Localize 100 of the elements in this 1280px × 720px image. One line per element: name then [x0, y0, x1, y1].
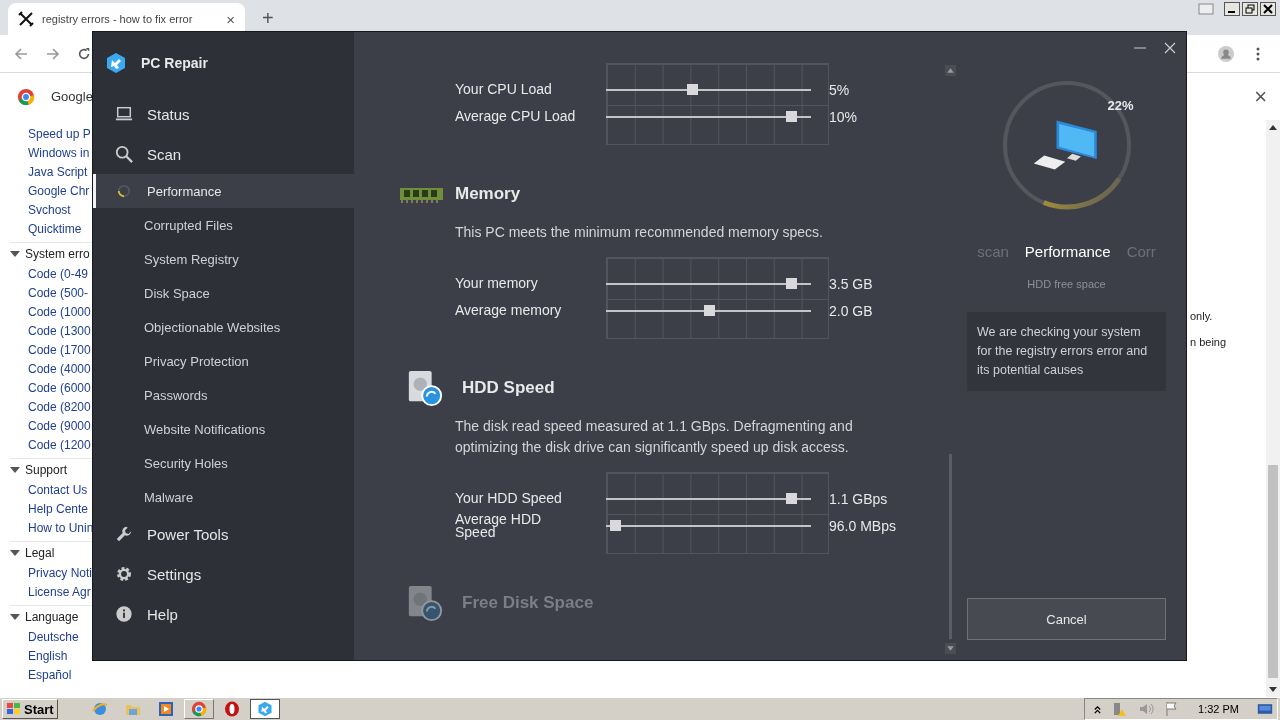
section-description: The disk read speed measured at 1.1 GBps. Defragmenting and optimizing the disk drive can significantly speed up disk access.	[455, 417, 854, 457]
page-link[interactable]: Español	[28, 667, 72, 682]
minimize-button[interactable]	[1224, 2, 1240, 16]
nav-subitem[interactable]: Privacy Protection	[93, 344, 354, 378]
nav-subitem[interactable]: Corrupted Files	[93, 208, 354, 242]
app-logo-icon[interactable]	[256, 701, 273, 717]
page-link[interactable]: Privacy Noti	[28, 565, 92, 580]
metric-label: Your HDD Speed	[455, 492, 563, 505]
collapse-arrow-icon[interactable]	[10, 549, 20, 556]
page-link[interactable]: Quicktime	[28, 221, 82, 236]
nav-item[interactable]: Scan	[93, 134, 354, 174]
tab-close-button[interactable]: ×	[226, 10, 235, 28]
page-link[interactable]: License Agr	[28, 584, 91, 599]
nav-subitem[interactable]: Security Holes	[93, 446, 354, 480]
metric-value: 1.1 GBps	[829, 490, 888, 507]
section-title: HDD Speed	[462, 378, 555, 398]
chevron-up-icon[interactable]	[1093, 704, 1103, 714]
page-text: n being	[1190, 336, 1227, 348]
scroll-down-icon[interactable]	[1269, 687, 1277, 692]
section-description: This PC meets the minimum recommended memory specs.	[455, 223, 824, 242]
infobar-close-button[interactable]: ×	[1254, 83, 1267, 110]
app-title: PC Repair	[141, 55, 208, 71]
page-link[interactable]: English	[28, 648, 68, 663]
slider-thumb[interactable]	[687, 83, 699, 95]
slider-thumb[interactable]	[610, 519, 622, 531]
section-heading: System erro	[25, 246, 90, 261]
nav-item[interactable]: Help	[93, 594, 354, 634]
metric-value: 96.0 MBps	[829, 517, 896, 534]
metric-value: 2.0 GB	[829, 302, 873, 319]
collapse-arrow-icon[interactable]	[10, 250, 20, 257]
reload-icon[interactable]	[77, 46, 91, 61]
page-link[interactable]: Code (1700	[28, 342, 91, 357]
metric-label: Your CPU Load	[455, 83, 553, 96]
profile-icon[interactable]	[1218, 45, 1234, 62]
cancel-button[interactable]: Cancel	[967, 598, 1166, 640]
section-heading: Support	[25, 462, 68, 477]
nav-subitem[interactable]: Malware	[93, 480, 354, 514]
page-link[interactable]: Google Chr	[28, 183, 90, 198]
page-link[interactable]: Code (9000	[28, 418, 91, 433]
page-link[interactable]: Windows in	[28, 145, 90, 160]
nav-item[interactable]: Settings	[93, 554, 354, 594]
wrench-icon	[115, 525, 133, 543]
start-button[interactable]: Start	[2, 699, 58, 719]
carousel-step: Performance	[1024, 243, 1111, 260]
ring-icon[interactable]	[223, 701, 240, 717]
page-link[interactable]: Speed up P	[28, 126, 91, 141]
metric-label: Your memory	[455, 277, 539, 290]
metric-label: Average HDD Speed	[455, 512, 543, 539]
slider-thumb[interactable]	[785, 277, 797, 289]
page-link[interactable]: Code (4000	[28, 361, 91, 376]
page-link[interactable]: Code (0-49	[28, 266, 89, 281]
metric-value: 5%	[829, 81, 850, 98]
step-caption: HDD free space	[1027, 278, 1106, 290]
new-tab-button[interactable]: +	[262, 7, 274, 30]
status-message: We are checking your system for the registry errors error and its potential causes	[967, 312, 1166, 391]
page-link[interactable]: Code (1200	[28, 437, 91, 452]
nav-item[interactable]: Status	[93, 94, 354, 134]
nav-item[interactable]: Power Tools	[93, 514, 354, 554]
metric-value: 10%	[829, 108, 858, 125]
metric-label: Average memory	[455, 304, 563, 317]
page-link[interactable]: Svchost	[28, 202, 71, 217]
collapse-arrow-icon[interactable]	[10, 466, 20, 473]
restore-button[interactable]	[1242, 2, 1258, 16]
collapse-arrow-icon[interactable]	[10, 613, 20, 620]
slider-thumb[interactable]	[785, 492, 797, 504]
tools-icon	[18, 11, 34, 27]
section-heading: Language	[25, 609, 79, 624]
page-link[interactable]: Deutsche	[28, 629, 79, 644]
page-link[interactable]: Code (8200	[28, 399, 91, 414]
browser-tab[interactable]: registry errors - how to fix error ×	[8, 3, 245, 35]
monitor-icon[interactable]	[1257, 701, 1273, 717]
slider-thumb[interactable]	[785, 110, 797, 122]
close-button[interactable]	[1260, 2, 1276, 16]
progress-percent: 22%	[1107, 98, 1134, 113]
scrollbar[interactable]	[1266, 120, 1280, 697]
nav-item[interactable]: Performance	[93, 174, 354, 208]
section-heading: Legal	[25, 545, 55, 560]
search-icon	[115, 145, 133, 163]
slider-thumb[interactable]	[703, 304, 715, 316]
page-link[interactable]: Code (500-	[28, 285, 89, 300]
page-link[interactable]: Help Cente	[28, 501, 89, 516]
play-icon[interactable]	[157, 701, 174, 717]
nav-subitem[interactable]: Passwords	[93, 378, 354, 412]
page-link[interactable]: Code (1000	[28, 304, 91, 319]
nav-subitem[interactable]: Disk Space	[93, 276, 354, 310]
forward-icon[interactable]	[45, 45, 61, 62]
page-link[interactable]: Contact Us	[28, 482, 88, 497]
scroll-up-icon[interactable]	[1269, 125, 1277, 130]
app-logo-icon	[105, 52, 127, 74]
page-link[interactable]: Java Script	[28, 164, 88, 179]
back-icon[interactable]	[13, 45, 29, 62]
page-link[interactable]: Code (6000	[28, 380, 91, 395]
round-logo-icon[interactable]	[190, 701, 207, 717]
nav-subitem[interactable]: Website Notifications	[93, 412, 354, 446]
info-icon	[115, 605, 133, 623]
nav-subitem[interactable]: Objectionable Websites	[93, 310, 354, 344]
metric-label: Average CPU Load	[455, 110, 576, 123]
page-link[interactable]: Code (1300	[28, 323, 91, 338]
nav-subitem[interactable]: System Registry	[93, 242, 354, 276]
infobar-label: Google	[51, 89, 93, 104]
